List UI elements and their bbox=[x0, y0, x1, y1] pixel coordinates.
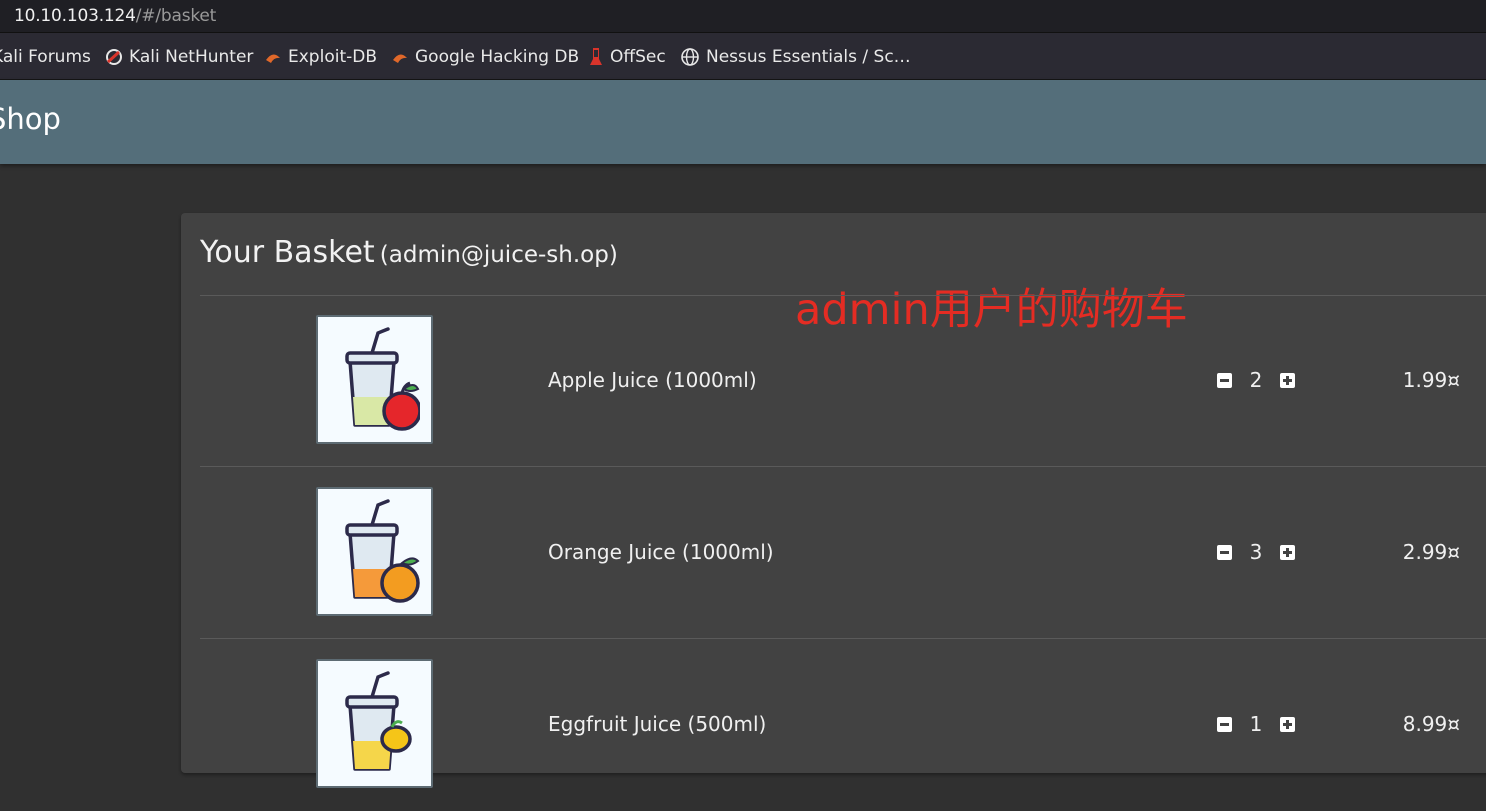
product-name: Apple Juice (1000ml) bbox=[548, 368, 757, 392]
product-image bbox=[316, 315, 433, 444]
product-price: 1.99¤ bbox=[1402, 368, 1460, 392]
exploit-db-icon bbox=[266, 54, 280, 63]
basket-row: Orange Juice (1000ml) 3 2.99¤ bbox=[181, 468, 1486, 639]
bookmark-label: Nessus Essentials / Sc… bbox=[706, 47, 911, 67]
bookmark-label: Exploit-DB bbox=[288, 47, 377, 67]
bookmark-label: Kali NetHunter bbox=[129, 47, 254, 67]
divider bbox=[200, 638, 1486, 639]
basket-title: Your Basket bbox=[200, 235, 375, 270]
decrease-quantity-button[interactable] bbox=[1217, 372, 1232, 388]
basket-row: Apple Juice (1000ml) 2 1.99¤ bbox=[181, 296, 1486, 467]
increase-quantity-button[interactable] bbox=[1280, 372, 1295, 388]
quantity-stepper: 1 bbox=[1217, 712, 1295, 736]
url-path: /#/basket bbox=[135, 6, 217, 26]
bookmark-kali-nethunter[interactable]: Kali NetHunter bbox=[105, 47, 253, 67]
bookmark-label: OffSec bbox=[610, 47, 666, 67]
product-name: Eggfruit Juice (500ml) bbox=[548, 712, 767, 736]
quantity-value: 3 bbox=[1249, 540, 1263, 564]
bookmarks-bar: Kali Forums Kali NetHunter Exploit-DB Go… bbox=[0, 33, 1486, 80]
app-title[interactable]: Shop bbox=[0, 102, 61, 136]
product-price: 8.99¤ bbox=[1402, 712, 1460, 736]
product-price: 2.99¤ bbox=[1402, 540, 1460, 564]
quantity-value: 2 bbox=[1249, 368, 1263, 392]
bookmark-google-hacking-db[interactable]: Google Hacking DB bbox=[391, 47, 579, 67]
nethunter-icon bbox=[106, 49, 122, 65]
quantity-value: 1 bbox=[1249, 712, 1263, 736]
bookmark-nessus[interactable]: Nessus Essentials / Sc… bbox=[680, 47, 911, 67]
basket-card: Your Basket (admin@juice-sh.op) admin用户的… bbox=[181, 213, 1486, 788]
quantity-stepper: 3 bbox=[1217, 540, 1295, 564]
app-toolbar: Shop bbox=[0, 80, 1486, 164]
decrease-quantity-button[interactable] bbox=[1217, 544, 1232, 560]
bookmark-label: Kali Forums bbox=[0, 47, 91, 67]
bookmark-offsec[interactable]: OffSec bbox=[588, 47, 666, 67]
globe-icon bbox=[681, 48, 699, 66]
basket-heading: Your Basket (admin@juice-sh.op) bbox=[200, 235, 618, 270]
url-text[interactable]: 10.10.103.124/#/basket bbox=[14, 6, 216, 26]
increase-quantity-button[interactable] bbox=[1280, 716, 1295, 732]
decrease-quantity-button[interactable] bbox=[1217, 716, 1232, 732]
quantity-stepper: 2 bbox=[1217, 368, 1295, 392]
basket-row: Eggfruit Juice (500ml) 1 8.99¤ bbox=[181, 640, 1486, 811]
address-bar[interactable]: 10.10.103.124/#/basket bbox=[0, 0, 1486, 33]
offsec-icon bbox=[590, 48, 602, 65]
bookmark-label: Google Hacking DB bbox=[415, 47, 580, 67]
basket-user: (admin@juice-sh.op) bbox=[379, 242, 618, 268]
product-image bbox=[316, 487, 433, 616]
increase-quantity-button[interactable] bbox=[1280, 544, 1295, 560]
url-host: 10.10.103.124 bbox=[14, 6, 136, 26]
eggfruit-juice-icon bbox=[344, 670, 412, 771]
product-image bbox=[316, 659, 433, 788]
ghdb-icon bbox=[393, 54, 407, 63]
product-name: Orange Juice (1000ml) bbox=[548, 540, 774, 564]
orange-juice-icon bbox=[344, 498, 420, 603]
bookmark-exploit-db[interactable]: Exploit-DB bbox=[264, 47, 377, 67]
bookmark-kali-forums[interactable]: Kali Forums bbox=[0, 47, 91, 67]
divider bbox=[200, 466, 1486, 467]
apple-juice-icon bbox=[344, 326, 420, 431]
